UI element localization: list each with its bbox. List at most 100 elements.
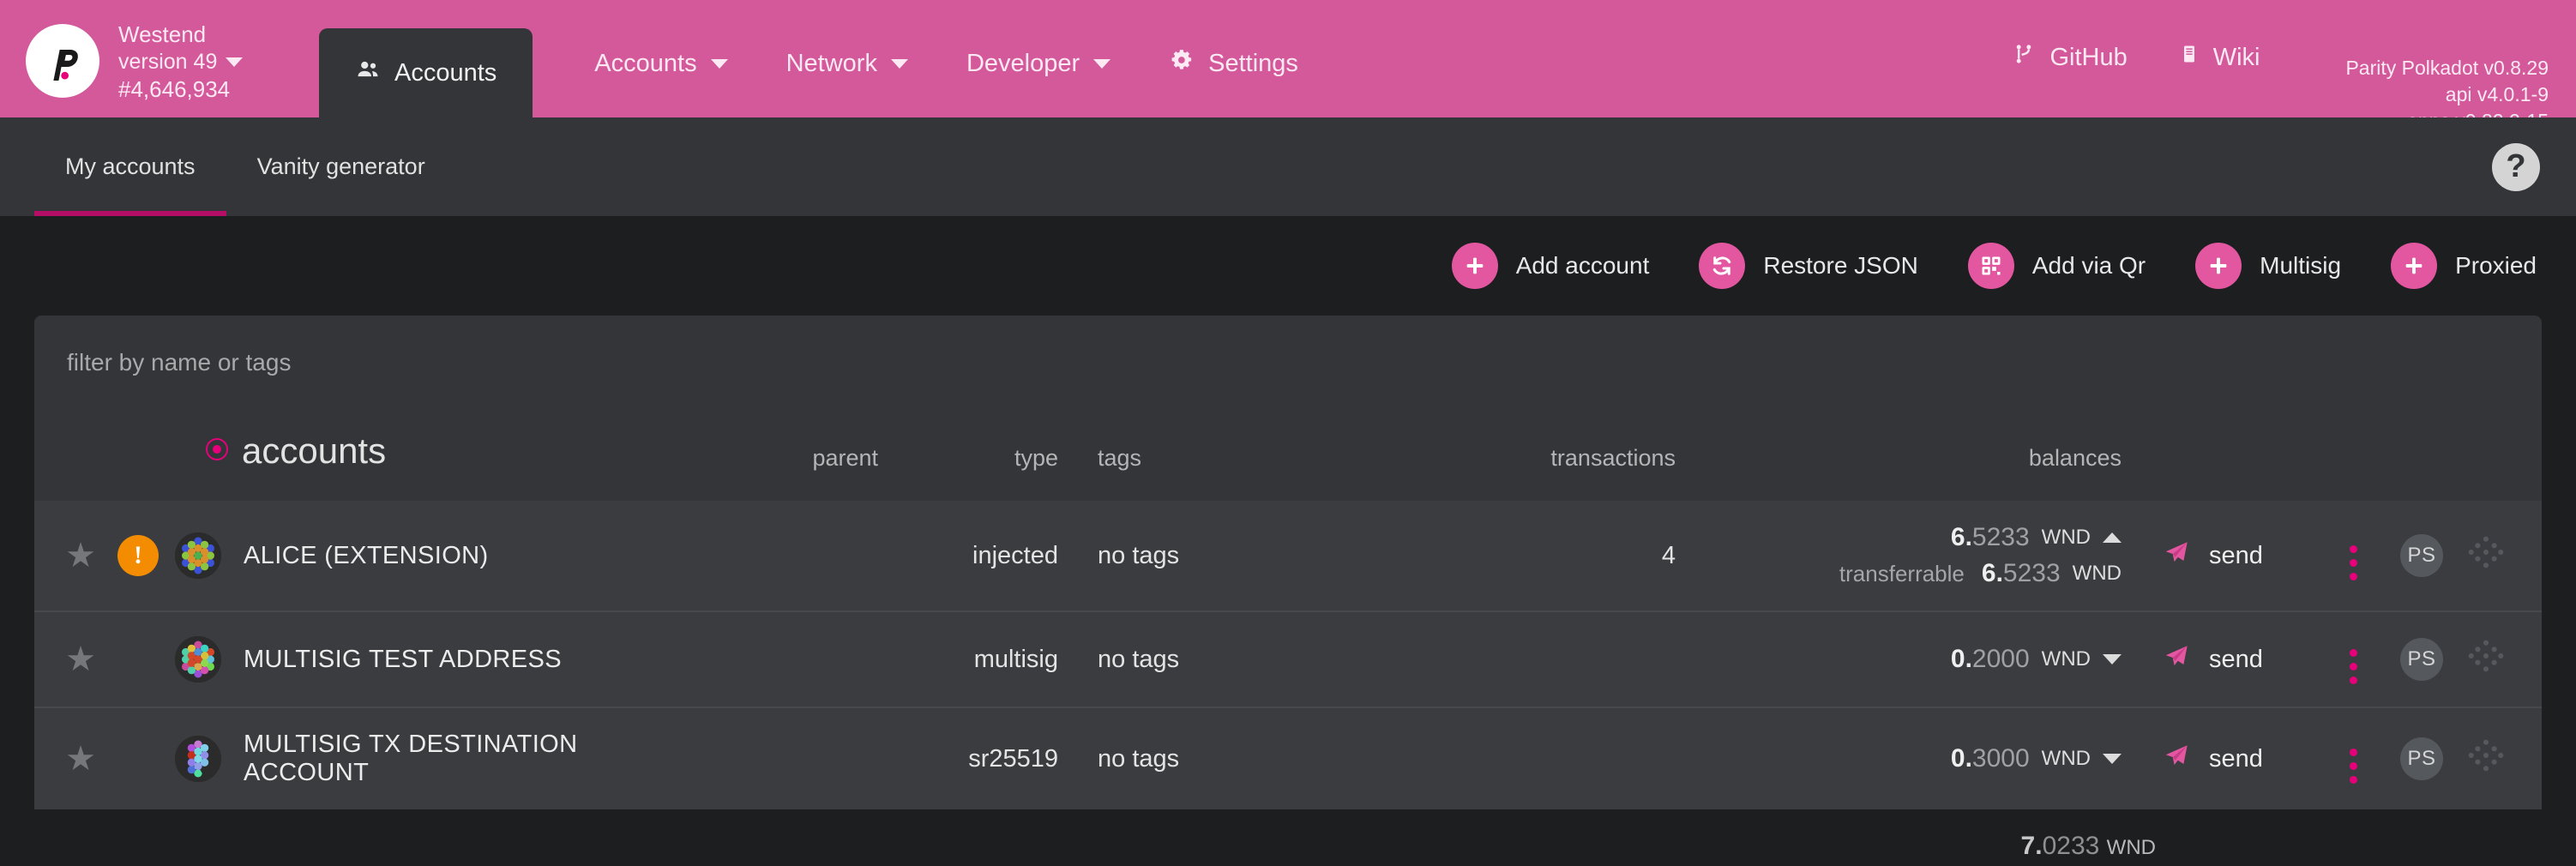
chain-selector[interactable]: Westend version 49 #4,646,934	[0, 0, 319, 103]
account-transactions	[1418, 707, 1676, 809]
proxied-button[interactable]: Proxied	[2391, 243, 2537, 289]
wiki-link[interactable]: Wiki	[2179, 41, 2260, 74]
star-icon[interactable]: ★	[65, 640, 96, 678]
identicon[interactable]	[175, 532, 221, 579]
chain-name: Westend	[118, 21, 207, 47]
balance-frac: 5233	[1971, 523, 2030, 551]
drag-handle-cell[interactable]	[2456, 707, 2542, 809]
th-send	[2122, 410, 2319, 501]
api-version: api v4.0.1-9	[2445, 83, 2549, 106]
footer-spacer	[2156, 832, 2576, 861]
total-unit: WND	[2106, 836, 2156, 859]
block-number: #4,646,934	[118, 75, 231, 102]
star-icon[interactable]: ★	[65, 740, 96, 778]
th-grid	[2456, 410, 2542, 501]
identicon[interactable]	[175, 736, 221, 782]
transferrable-label: transferrable	[1839, 560, 1965, 586]
balance-frac: 3000	[1971, 744, 2030, 773]
send-cell[interactable]: send	[2122, 707, 2319, 809]
drag-handle-cell[interactable]	[2456, 501, 2542, 611]
drag-grid-icon[interactable]	[2466, 739, 2506, 781]
row-menu-cell[interactable]	[2319, 707, 2387, 809]
warning-icon[interactable]: !	[117, 535, 159, 576]
warning-cell	[101, 707, 175, 809]
nav-item-network[interactable]: Network	[757, 28, 937, 99]
row-menu-cell[interactable]	[2319, 611, 2387, 707]
ps-badge[interactable]: PS	[2400, 737, 2443, 780]
tab-my-accounts[interactable]: My accounts	[34, 117, 226, 216]
balance-unit: WND	[2041, 526, 2091, 549]
th-warning	[101, 410, 175, 501]
table-row[interactable]: ★	[34, 707, 2542, 809]
total-balance-line[interactable]: 0.3000 WND	[1951, 744, 2122, 773]
multisig-button[interactable]: Multisig	[2195, 243, 2341, 289]
chevron-down-icon[interactable]	[2103, 654, 2122, 665]
header-right-group: GitHub Wiki Parity Polkadot v0.8.29 api …	[2012, 0, 2576, 135]
table-row[interactable]: ★	[34, 611, 2542, 707]
github-label: GitHub	[2049, 43, 2128, 71]
ps-badge-cell[interactable]: PS	[2387, 707, 2456, 809]
chevron-down-icon	[710, 58, 728, 69]
ps-badge-cell[interactable]: PS	[2387, 611, 2456, 707]
identicon[interactable]	[175, 636, 221, 683]
drag-handle-cell[interactable]	[2456, 611, 2542, 707]
send-cell[interactable]: send	[2122, 501, 2319, 611]
help-button[interactable]: ?	[2492, 142, 2540, 191]
record-dot-icon	[208, 440, 226, 459]
favorite-cell[interactable]: ★	[34, 707, 101, 809]
kebab-menu-icon[interactable]	[2349, 648, 2357, 684]
th-accounts: accounts	[175, 410, 664, 501]
nav-active-accounts[interactable]: Accounts	[319, 28, 533, 117]
ps-badge[interactable]: PS	[2400, 534, 2443, 577]
account-name: MULTISIG TEST ADDRESS	[244, 645, 562, 673]
account-transactions	[1418, 611, 1676, 707]
github-link[interactable]: GitHub	[2012, 41, 2128, 74]
transferrable-whole: 6.	[1981, 559, 2003, 587]
favorite-cell[interactable]: ★	[34, 501, 101, 611]
row-menu-cell[interactable]	[2319, 501, 2387, 611]
favorite-cell[interactable]: ★	[34, 611, 101, 707]
chain-version: version 49	[118, 49, 218, 74]
nav-active-label: Accounts	[394, 58, 497, 87]
restore-json-button[interactable]: Restore JSON	[1699, 243, 1918, 289]
account-parent	[664, 707, 878, 809]
account-name-cell: MULTISIG TEST ADDRESS	[175, 611, 664, 707]
kebab-menu-icon[interactable]	[2349, 544, 2357, 580]
kebab-menu-icon[interactable]	[2349, 748, 2357, 784]
balance-whole: 6.	[1950, 523, 1972, 551]
tab-label: Vanity generator	[256, 153, 425, 179]
transferrable-unit: WND	[2072, 562, 2122, 585]
th-ps	[2387, 410, 2456, 501]
ps-badge-cell[interactable]: PS	[2387, 501, 2456, 611]
chevron-down-icon[interactable]	[2103, 754, 2122, 764]
account-name: MULTISIG TX DESTINATION ACCOUNT	[244, 731, 578, 786]
chevron-down-icon[interactable]	[226, 57, 244, 67]
table-footer: 7.0233 WND	[0, 809, 2576, 861]
ps-badge[interactable]: PS	[2400, 638, 2443, 681]
send-cell[interactable]: send	[2122, 611, 2319, 707]
paper-plane-icon	[2163, 742, 2190, 776]
add-account-button[interactable]: Add account	[1451, 243, 1649, 289]
drag-grid-icon[interactable]	[2466, 640, 2506, 682]
nav-item-developer[interactable]: Developer	[937, 28, 1140, 99]
drag-grid-icon[interactable]	[2466, 536, 2506, 578]
nav-item-settings[interactable]: Settings	[1140, 28, 1327, 99]
tab-label: My accounts	[65, 153, 196, 179]
add-via-qr-button[interactable]: Add via Qr	[1967, 243, 2146, 289]
star-icon[interactable]: ★	[65, 537, 96, 574]
total-balance-line[interactable]: 6.5233 WND	[1951, 523, 2122, 552]
send-label: send	[2209, 645, 2263, 673]
filter-input[interactable]	[67, 349, 2509, 376]
tab-vanity-generator[interactable]: Vanity generator	[226, 117, 456, 216]
nav-item-accounts[interactable]: Accounts	[565, 28, 756, 99]
account-type: multisig	[973, 645, 1058, 673]
account-name: ALICE (EXTENSION)	[244, 541, 489, 569]
chevron-up-icon[interactable]	[2103, 532, 2122, 543]
table-row[interactable]: ★ ! ALICE (EXTENSION) injected no tags 4…	[34, 501, 2542, 611]
total-balance-line[interactable]: 0.2000 WND	[1951, 645, 2122, 674]
accounts-table: accounts parent type tags transactions b…	[34, 410, 2542, 809]
transferrable-balance-line: transferrable 6.5233 WND	[1839, 559, 2122, 588]
total-balance: 7.0233 WND	[1710, 832, 2156, 861]
plus-icon	[2391, 243, 2438, 289]
node-version: Parity Polkadot v0.8.29	[2345, 57, 2549, 79]
